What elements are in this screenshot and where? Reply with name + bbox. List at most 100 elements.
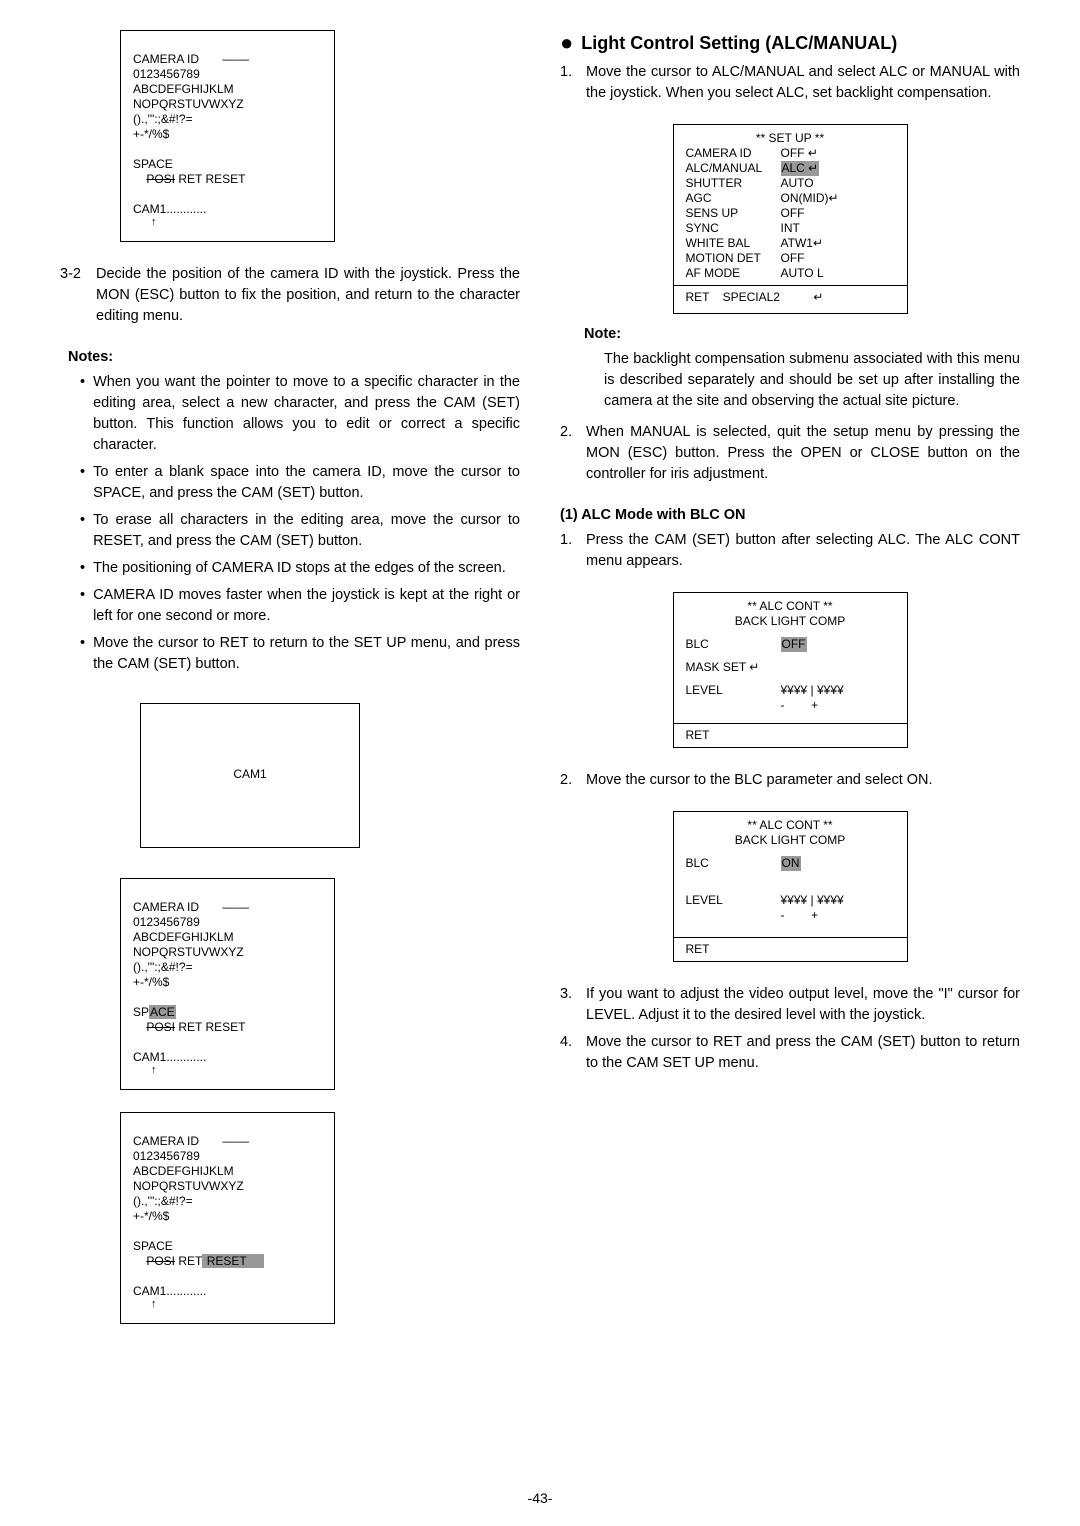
note-body: The backlight compensation submenu assoc… <box>584 349 1020 412</box>
bullet-icon: • <box>80 585 85 627</box>
menu-label: AF MODE <box>686 266 781 281</box>
posi-struck: POSI <box>146 172 175 186</box>
step-number: 2. <box>560 422 578 485</box>
blc-label: BLC <box>686 637 781 652</box>
bullet-icon: • <box>80 372 85 456</box>
title-text: Light Control Setting (ALC/MANUAL) <box>581 30 897 56</box>
menu-label: AGC <box>686 191 781 206</box>
line: +-*/%$ <box>133 1209 169 1223</box>
blc-value: ON <box>781 856 801 871</box>
line: NOPQRSTUVWXYZ <box>133 945 244 959</box>
line: CAMERA ID –––– <box>133 1134 249 1148</box>
menu-value: AUTO L <box>781 266 824 281</box>
alc-title2: BACK LIGHT COMP <box>686 614 895 629</box>
blc-label: BLC <box>686 856 781 871</box>
camera-id-screen-3: CAMERA ID –––– 0123456789 ABCDEFGHIJKLM … <box>120 1112 335 1324</box>
step-number: 1. <box>560 62 578 104</box>
menu-bottom: RET SPECIAL2 ↵ <box>686 290 895 305</box>
cam-line: CAM1............ <box>133 202 206 216</box>
alc-cont-screen-1: ** ALC CONT ** BACK LIGHT COMP BLCOFF MA… <box>673 592 908 748</box>
space-label: SPACE <box>133 157 173 171</box>
step-number: 3-2 <box>60 264 88 327</box>
menu-value: AUTO <box>781 176 814 191</box>
menu-title: ** SET UP ** <box>686 131 895 146</box>
level-label: LEVEL <box>686 683 781 698</box>
right-column: ● Light Control Setting (ALC/MANUAL) 1. … <box>560 30 1020 1324</box>
menu-value: OFF ↵ <box>781 146 818 161</box>
step-3-2: 3-2 Decide the position of the camera ID… <box>60 264 520 327</box>
note-text: Move the cursor to RET to return to the … <box>93 633 520 675</box>
ret-label: RET <box>686 942 895 961</box>
line: ABCDEFGHIJKLM <box>133 1164 234 1178</box>
step-body: Press the CAM (SET) button after selecti… <box>586 530 1020 572</box>
ret-reset: RET RESET <box>175 1020 245 1034</box>
level-signs: - + <box>781 698 819 713</box>
menu-value: INT <box>781 221 800 236</box>
cam-preview-box: CAM1 <box>140 703 360 848</box>
setup-menu-screen: ** SET UP ** CAMERA IDOFF ↵ ALC/MANUALAL… <box>673 124 908 314</box>
step-body: When MANUAL is selected, quit the setup … <box>586 422 1020 485</box>
cam-line: CAM1............ <box>133 1050 206 1064</box>
notes-section: Notes: •When you want the pointer to mov… <box>60 347 520 675</box>
alc-title2: BACK LIGHT COMP <box>686 833 895 848</box>
step-body: If you want to adjust the video output l… <box>586 984 1020 1026</box>
line: ().,'":;&#!?= <box>133 960 193 974</box>
page-number: -43- <box>528 1488 553 1508</box>
bullet-icon: • <box>80 633 85 675</box>
line: 0123456789 <box>133 67 200 81</box>
note-text: When you want the pointer to move to a s… <box>93 372 520 456</box>
ret-label: RET <box>686 728 895 747</box>
line: CAMERA ID –––– <box>133 900 249 914</box>
note-text: To erase all characters in the editing a… <box>93 510 520 552</box>
menu-value: ATW1↵ <box>781 236 824 251</box>
step-number: 4. <box>560 1032 578 1074</box>
step-body: Move the cursor to RET and press the CAM… <box>586 1032 1020 1074</box>
line: ABCDEFGHIJKLM <box>133 930 234 944</box>
menu-label: MOTION DET <box>686 251 781 266</box>
subsection-heading: (1) ALC Mode with BLC ON <box>560 505 1020 526</box>
line: ABCDEFGHIJKLM <box>133 82 234 96</box>
space-hl: ACE <box>149 1005 176 1019</box>
arrow-up-icon: ↑ <box>151 1064 157 1078</box>
menu-label: SENS UP <box>686 206 781 221</box>
step-number: 1. <box>560 530 578 572</box>
posi-struck: POSI <box>146 1254 175 1268</box>
section-title: ● Light Control Setting (ALC/MANUAL) <box>560 30 1020 56</box>
note-text: CAMERA ID moves faster when the joystick… <box>93 585 520 627</box>
line: NOPQRSTUVWXYZ <box>133 97 244 111</box>
space-pre: SP <box>133 1005 149 1019</box>
level-scale: ¥¥¥¥ | ¥¥¥¥ <box>781 893 844 908</box>
step-number: 2. <box>560 770 578 791</box>
line: +-*/%$ <box>133 975 169 989</box>
cam-label: CAM1 <box>233 767 266 782</box>
arrow-up-icon: ↑ <box>151 1298 157 1312</box>
line: CAMERA ID –––– <box>133 52 249 66</box>
posi-struck: POSI <box>146 1020 175 1034</box>
line: NOPQRSTUVWXYZ <box>133 1179 244 1193</box>
menu-label: WHITE BAL <box>686 236 781 251</box>
menu-value: OFF <box>781 206 805 221</box>
note-block: Note: The backlight compensation submenu… <box>584 324 1020 412</box>
alc-title1: ** ALC CONT ** <box>686 818 895 833</box>
level-signs: - + <box>781 908 819 923</box>
reset-hl: RESET <box>202 1254 264 1268</box>
alc-title1: ** ALC CONT ** <box>686 599 895 614</box>
step-number: 3. <box>560 984 578 1026</box>
level-scale: ¥¥¥¥ | ¥¥¥¥ <box>781 683 844 698</box>
line: +-*/%$ <box>133 127 169 141</box>
ret-pre: RET <box>175 1254 202 1268</box>
camera-id-screen-2: CAMERA ID –––– 0123456789 ABCDEFGHIJKLM … <box>120 878 335 1090</box>
note-text: To enter a blank space into the camera I… <box>93 462 520 504</box>
notes-heading: Notes: <box>68 347 520 368</box>
camera-id-screen-1: CAMERA ID –––– 0123456789 ABCDEFGHIJKLM … <box>120 30 335 242</box>
bullet-icon: • <box>80 558 85 579</box>
mask-set: MASK SET ↵ <box>686 660 895 675</box>
cam-line: CAM1............ <box>133 1284 206 1298</box>
ret-reset: RET RESET <box>175 172 245 186</box>
level-label: LEVEL <box>686 893 781 908</box>
bullet-icon: • <box>80 510 85 552</box>
line: 0123456789 <box>133 915 200 929</box>
alc-cont-screen-2: ** ALC CONT ** BACK LIGHT COMP BLCON LEV… <box>673 811 908 962</box>
menu-value-hl: ALC ↵ <box>781 161 820 176</box>
note-heading: Note: <box>584 324 1020 345</box>
